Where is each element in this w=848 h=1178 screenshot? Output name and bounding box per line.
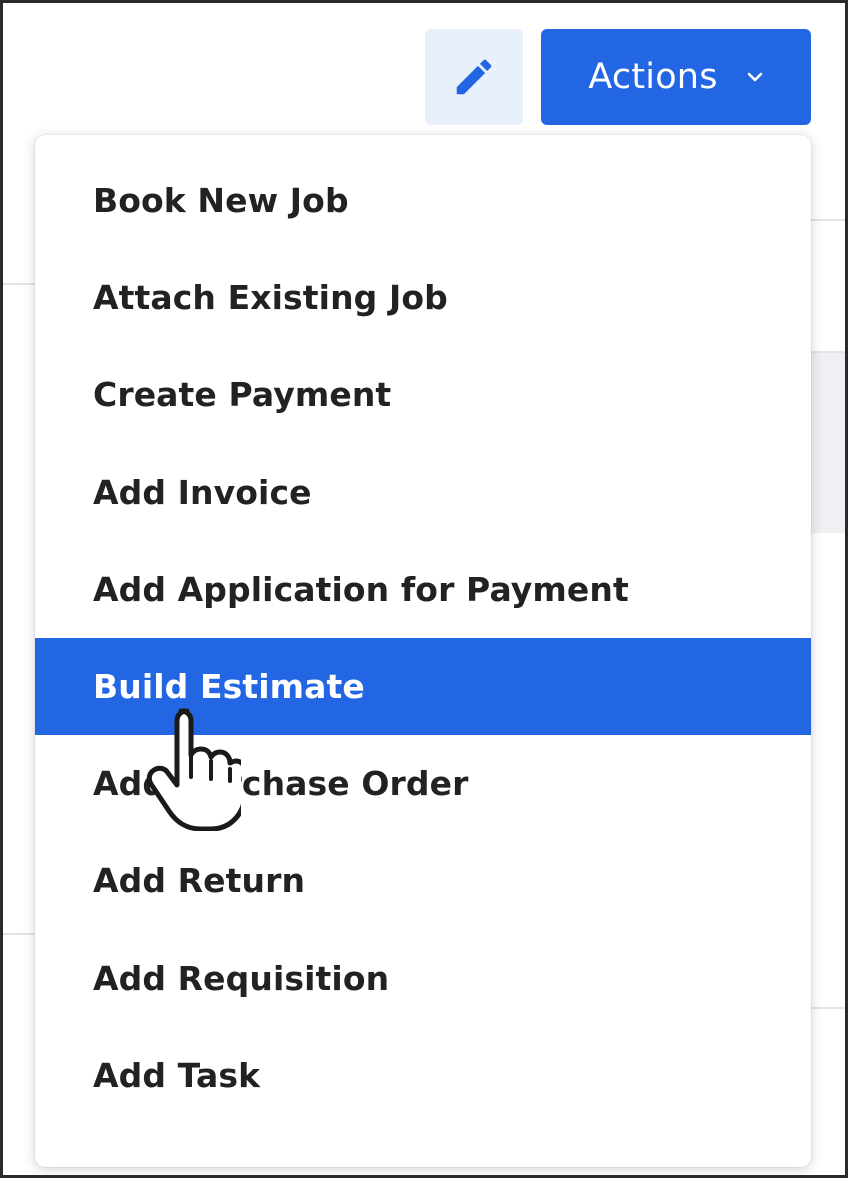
menu-item-add-purchase-order[interactable]: Add Purchase Order: [35, 735, 811, 832]
menu-item-attach-existing-job[interactable]: Attach Existing Job: [35, 249, 811, 346]
menu-item-label: Add Invoice: [93, 472, 312, 512]
menu-item-add-invoice[interactable]: Add Invoice: [35, 444, 811, 541]
menu-item-add-requisition[interactable]: Add Requisition: [35, 930, 811, 1027]
menu-item-label: Build Estimate: [93, 667, 365, 707]
menu-item-add-task[interactable]: Add Task: [35, 1027, 811, 1124]
actions-dropdown-menu: Book New Job Attach Existing Job Create …: [35, 135, 811, 1167]
menu-item-label: Book New Job: [93, 181, 349, 221]
actions-button-label: Actions: [588, 57, 718, 97]
menu-item-label: Add Purchase Order: [93, 764, 469, 804]
actions-dropdown-button[interactable]: Actions: [541, 29, 811, 125]
menu-item-add-return[interactable]: Add Return: [35, 832, 811, 929]
menu-item-label: Create Payment: [93, 375, 392, 415]
background-divider: [3, 933, 35, 935]
menu-item-create-payment[interactable]: Create Payment: [35, 346, 811, 443]
menu-item-add-application-for-payment[interactable]: Add Application for Payment: [35, 541, 811, 638]
menu-item-label: Add Return: [93, 861, 306, 901]
screenshot-frame: Actions Book New Job Attach Existing Job…: [0, 0, 848, 1178]
chevron-down-icon: [747, 72, 762, 82]
background-divider: [3, 283, 35, 285]
background-panel: [811, 353, 845, 533]
background-divider: [811, 219, 845, 221]
edit-button[interactable]: [425, 29, 523, 125]
pencil-icon: [456, 59, 492, 95]
menu-item-label: Add Application for Payment: [93, 569, 629, 609]
menu-item-build-estimate[interactable]: Build Estimate: [35, 637, 811, 736]
menu-item-label: Attach Existing Job: [93, 278, 448, 318]
menu-item-label: Add Task: [93, 1055, 261, 1095]
menu-item-label: Add Requisition: [93, 958, 390, 998]
background-divider: [811, 1007, 845, 1009]
menu-item-book-new-job[interactable]: Book New Job: [35, 152, 811, 249]
